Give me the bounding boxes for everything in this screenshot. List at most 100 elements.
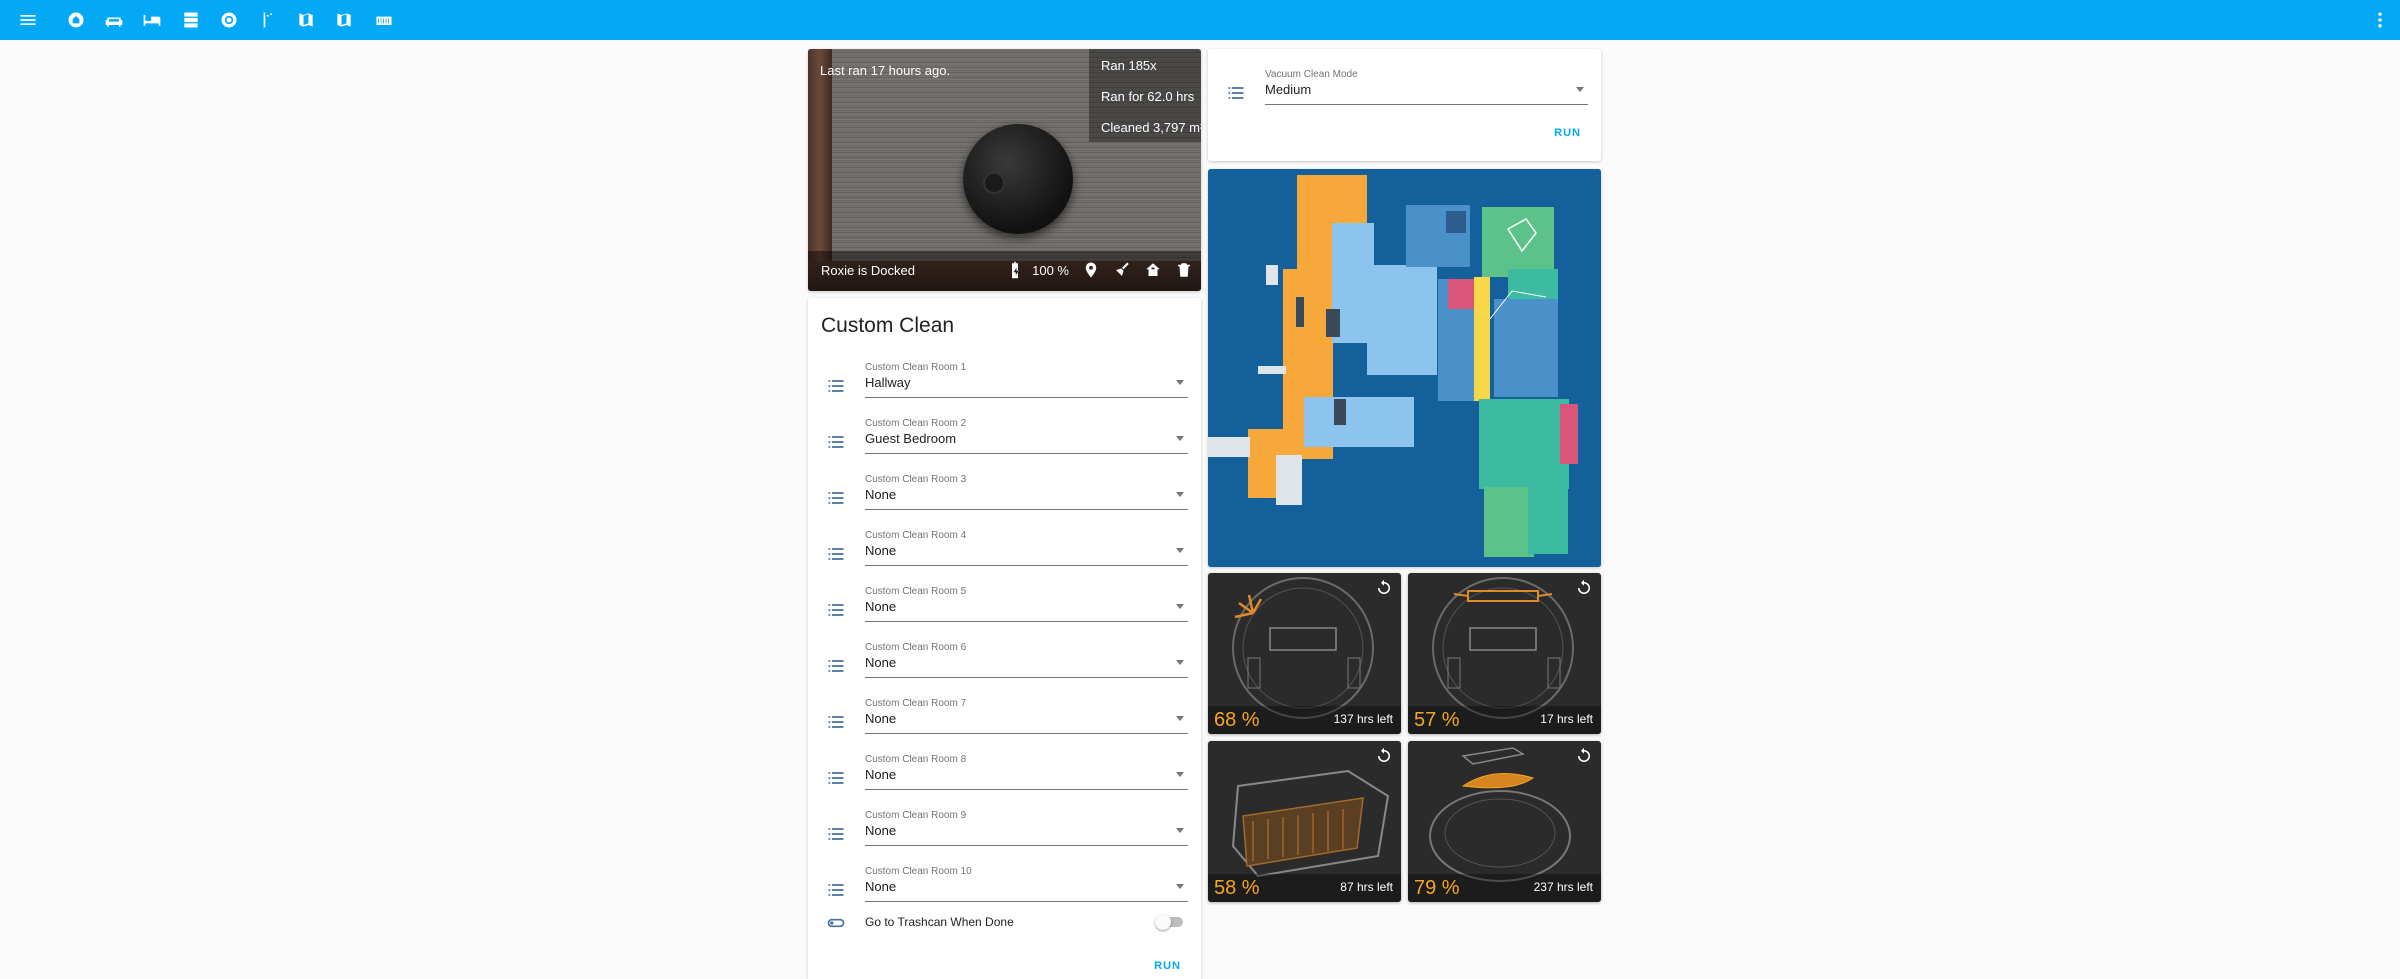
reset-icon[interactable] [1575,579,1593,597]
room-select-row: Custom Clean Room 5 None [808,586,1201,642]
card-title: Custom Clean [821,314,955,337]
format-list-icon [826,376,846,396]
custom-clean-room-10-select[interactable]: Custom Clean Room 10 None [865,866,1188,902]
trashcan-toggle[interactable] [1155,914,1183,930]
vacuum-map [1208,169,1601,567]
last-ran-text: Last ran 17 hours ago. [820,63,951,78]
format-list-icon [826,768,846,788]
floor-plan [1208,169,1601,567]
select-label: Custom Clean Room 2 [865,418,967,429]
room-select-row: Custom Clean Room 8 None [808,754,1201,810]
side-brush-consumable: 68 % 137 hrs left [1208,573,1401,734]
format-list-icon [826,488,846,508]
custom-clean-room-8-select[interactable]: Custom Clean Room 8 None [865,754,1188,790]
dropdown-arrow-icon [1176,436,1184,441]
select-label: Custom Clean Room 5 [865,586,967,597]
select-label: Custom Clean Room 7 [865,698,967,709]
spot-clean-icon[interactable] [1113,261,1131,279]
format-list-icon [826,824,846,844]
room-red [1448,279,1474,309]
vacuum-card: Last ran 17 hours ago. Ran 185x Ran for … [808,49,1201,291]
consumable-percent: 79 % [1414,877,1460,899]
custom-clean-room-6-select[interactable]: Custom Clean Room 6 None [865,642,1188,678]
reset-icon[interactable] [1575,747,1593,765]
format-list-icon [826,880,846,900]
custom-clean-room-5-select[interactable]: Custom Clean Room 5 None [865,586,1188,622]
map-icon[interactable] [294,8,318,32]
mode-run-button[interactable]: RUN [1554,127,1581,139]
select-value: None [865,543,897,558]
consumable-remaining: 137 hrs left [1333,712,1393,726]
select-value: None [865,599,897,614]
consumable-percent: 68 % [1214,709,1260,731]
custom-clean-room-4-select[interactable]: Custom Clean Room 4 None [865,530,1188,566]
home-icon[interactable] [64,8,88,32]
custom-clean-room-3-select[interactable]: Custom Clean Room 3 None [865,474,1188,510]
dropdown-arrow-icon [1176,492,1184,497]
custom-clean-room-7-select[interactable]: Custom Clean Room 7 None [865,698,1188,734]
format-list-icon [826,600,846,620]
trashcan-toggle-row: Go to Trashcan When Done [808,908,1201,938]
dropdown-arrow-icon [1176,660,1184,665]
consumable-remaining: 237 hrs left [1533,880,1593,894]
menu-icon[interactable] [16,8,40,32]
select-label: Custom Clean Room 6 [865,642,967,653]
dropdown-arrow-icon [1576,87,1584,92]
room-select-row: Custom Clean Room 3 None [808,474,1201,530]
vacuum-mode-card: Vacuum Clean Mode Medium RUN [1208,49,1601,161]
select-value: None [865,711,897,726]
return-home-icon[interactable] [1144,261,1162,279]
dropdown-arrow-icon [1176,548,1184,553]
robot-vacuum-icon[interactable] [217,8,241,32]
consumable-percent: 58 % [1214,877,1260,899]
room-yellow [1474,277,1490,401]
room-select-row: Custom Clean Room 6 None [808,642,1201,698]
bed-icon[interactable] [140,8,164,32]
robot-vacuum-image [963,124,1073,234]
toggle-switch-icon [826,913,846,933]
format-list-icon [826,432,846,452]
dropdown-arrow-icon [1176,604,1184,609]
main-brush-consumable: 57 % 17 hrs left [1408,573,1601,734]
dropdown-arrow-icon [1176,716,1184,721]
mode-select-row: Vacuum Clean Mode Medium [1208,69,1601,125]
custom-clean-room-9-select[interactable]: Custom Clean Room 9 None [865,810,1188,846]
dropdown-arrow-icon [1176,772,1184,777]
dropdown-arrow-icon [1176,380,1184,385]
consumable-percent: 57 % [1414,709,1460,731]
reset-icon[interactable] [1375,747,1393,765]
room-select-row: Custom Clean Room 9 None [808,810,1201,866]
select-value: None [865,487,897,502]
battery-level: 100 % [1032,262,1069,278]
sofa-icon[interactable] [102,8,126,32]
format-list-icon [826,544,846,564]
reset-icon[interactable] [1375,579,1393,597]
room-green-bottom [1484,487,1534,557]
select-value: Hallway [865,375,911,390]
custom-clean-room-1-select[interactable]: Custom Clean Room 1 Hallway [865,362,1188,398]
radiator-icon[interactable] [372,8,396,32]
room-select-row: Custom Clean Room 4 None [808,530,1201,586]
trash-icon[interactable] [1175,261,1193,279]
more-vert-icon[interactable] [2368,8,2392,32]
dropdown-arrow-icon [1176,828,1184,833]
trashcan-label: Go to Trashcan When Done [865,915,1014,929]
custom-clean-run-button[interactable]: RUN [1154,960,1181,972]
server-icon[interactable] [179,8,203,32]
room-select-row: Custom Clean Room 7 None [808,698,1201,754]
select-label: Custom Clean Room 10 [865,866,972,877]
format-list-icon [826,712,846,732]
room-green [1482,207,1554,277]
custom-clean-card: Custom Clean Custom Clean Room 1 Hallway… [808,298,1201,979]
room-select-row: Custom Clean Room 1 Hallway [808,362,1201,418]
room-select-row: Custom Clean Room 2 Guest Bedroom [808,418,1201,474]
locate-icon[interactable] [1082,261,1100,279]
format-list-icon [1226,83,1246,103]
map-icon[interactable] [332,8,356,32]
select-label: Vacuum Clean Mode [1265,69,1358,80]
floor-lamp-icon[interactable] [255,8,279,32]
vacuum-clean-mode-select[interactable]: Vacuum Clean Mode Medium [1265,69,1588,105]
custom-clean-room-2-select[interactable]: Custom Clean Room 2 Guest Bedroom [865,418,1188,454]
run-time: Ran for 62.0 hrs [1101,89,1195,104]
dropdown-arrow-icon [1176,884,1184,889]
